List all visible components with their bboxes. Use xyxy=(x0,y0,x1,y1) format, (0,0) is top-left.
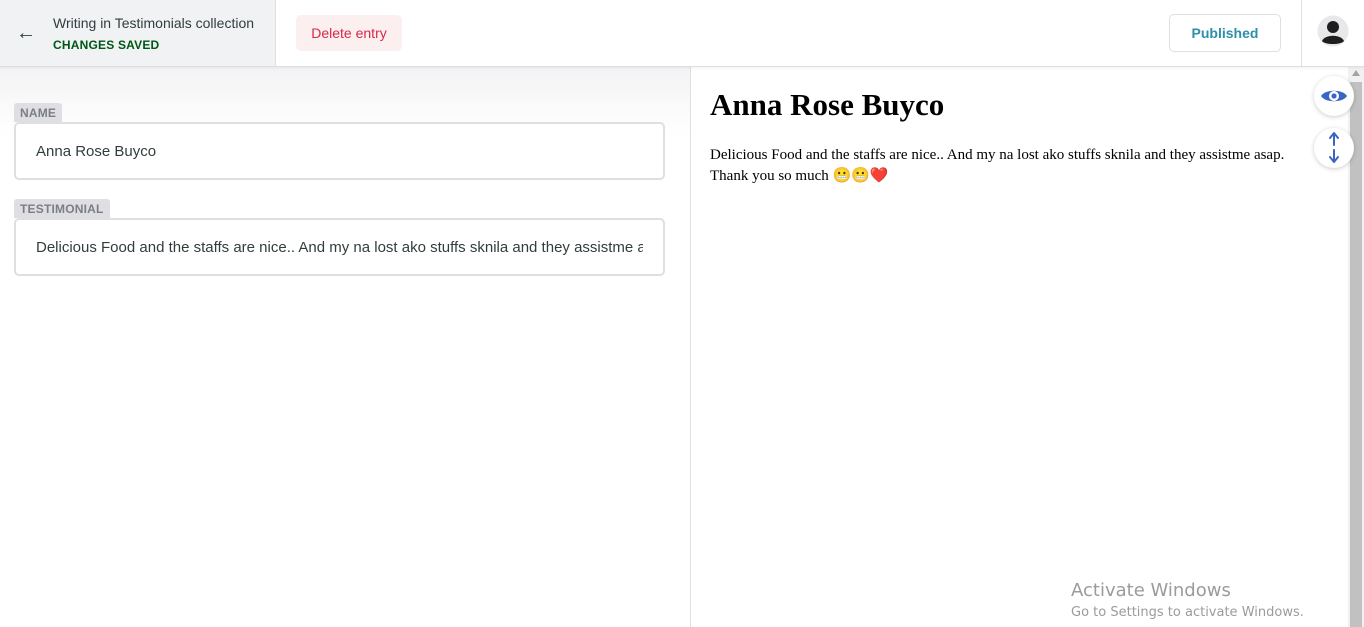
preview-pane: Anna Rose Buyco Delicious Food and the s… xyxy=(692,67,1348,627)
watermark-subtitle: Go to Settings to activate Windows. xyxy=(1071,605,1304,620)
user-avatar-icon[interactable] xyxy=(1317,15,1349,47)
preview-title: Anna Rose Buyco xyxy=(710,87,945,122)
name-field: NAME xyxy=(14,103,665,180)
sync-scroll-icon xyxy=(1329,132,1339,163)
save-status: CHANGES SAVED xyxy=(53,38,160,52)
sync-scroll-button[interactable] xyxy=(1314,128,1354,168)
watermark-title: Activate Windows xyxy=(1071,580,1231,601)
testimonial-input[interactable] xyxy=(14,218,665,276)
eye-icon xyxy=(1321,90,1347,102)
testimonial-field: TESTIMONIAL xyxy=(14,199,665,276)
name-input[interactable] xyxy=(14,122,665,180)
testimonial-field-label: TESTIMONIAL xyxy=(14,199,110,218)
editor-pane: NAME TESTIMONIAL xyxy=(0,67,691,627)
toggle-preview-button[interactable] xyxy=(1314,76,1354,116)
back-area: ← Writing in Testimonials collection CHA… xyxy=(0,0,276,66)
delete-entry-button[interactable]: Delete entry xyxy=(296,15,402,51)
back-arrow-icon[interactable]: ← xyxy=(16,21,36,45)
preview-body: Delicious Food and the staffs are nice..… xyxy=(710,147,1285,184)
collection-title: Writing in Testimonials collection xyxy=(53,15,255,31)
published-button[interactable]: Published xyxy=(1169,14,1281,52)
windows-activation-watermark: Activate Windows Go to Settings to activ… xyxy=(1071,580,1304,624)
top-bar: ← Writing in Testimonials collection CHA… xyxy=(0,0,1364,67)
user-menu xyxy=(1301,0,1364,66)
name-field-label: NAME xyxy=(14,103,63,122)
